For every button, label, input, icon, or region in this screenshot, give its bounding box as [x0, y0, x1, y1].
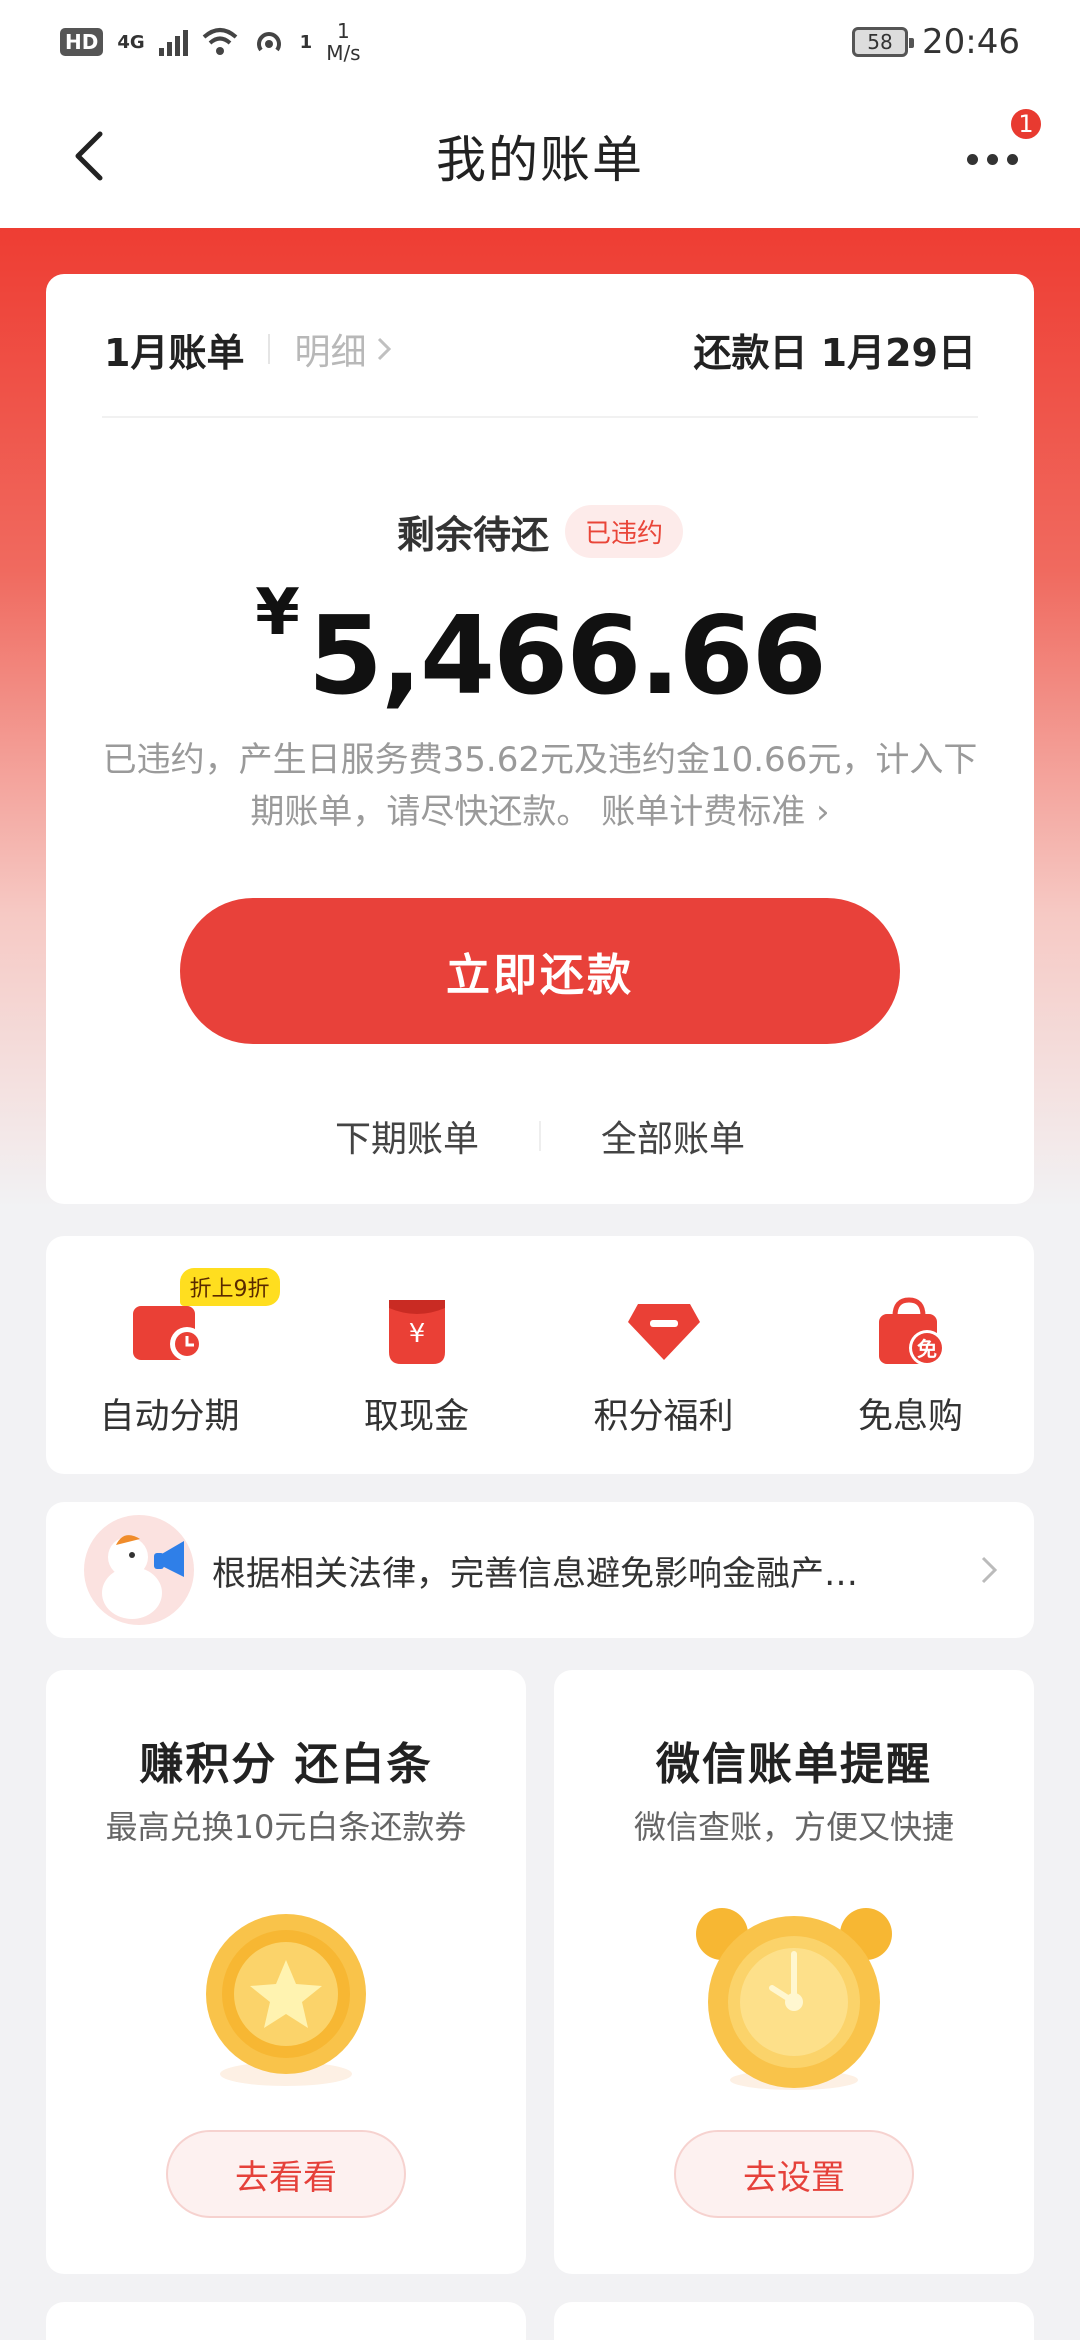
shopping-bag-icon-text: 免	[917, 1337, 937, 1361]
amount-value: 5,466.66	[307, 594, 827, 719]
billing-standard-label: 账单计费标准	[601, 792, 806, 832]
billing-standard-link[interactable]: 账单计费标准 ›	[601, 792, 829, 832]
view-button[interactable]: 去看看	[166, 2130, 406, 2218]
all-bills-link[interactable]: 全部账单	[541, 1110, 805, 1162]
action-label: 免息购	[857, 1396, 963, 1437]
shopping-bag-icon: 免	[871, 1292, 951, 1372]
bill-month: 1月账单	[104, 330, 245, 375]
status-badge: 已违约	[565, 505, 684, 558]
promo-title: 赚积分 还白条	[139, 1739, 433, 1790]
notice-text: 已违约，产生日服务费35.62元及违约金10.66元，计入下期账单，请尽快还款。	[102, 740, 978, 832]
network-speed: 1 M/s	[326, 20, 360, 64]
page-title: 我的账单	[436, 131, 644, 189]
amount-due: ¥5,466.66	[46, 576, 1034, 719]
promo-subtitle: 最高兑换10元白条还款券	[105, 1808, 467, 1846]
speed-value: 1	[337, 19, 350, 43]
quick-actions: 折上9折 自动分期 ¥ 取现金 积分福利 免 免息购	[46, 1236, 1034, 1474]
bill-card: 1月账单 明细 还款日 1月29日 剩余待还 已违约 ¥5,466.66 已违约…	[46, 274, 1034, 1204]
currency-symbol: ¥	[255, 576, 300, 650]
signal-icon	[158, 28, 188, 56]
overdue-notice: 已违约，产生日服务费35.62元及违约金10.66元，计入下期账单，请尽快还款。…	[102, 734, 978, 838]
svg-text:¥: ¥	[408, 1319, 425, 1349]
hd-icon: HD	[60, 28, 104, 56]
points-promo-card[interactable]: 赚积分 还白条 最高兑换10元白条还款券 去看看	[46, 1670, 526, 2274]
action-label: 自动分期	[99, 1396, 240, 1437]
next-card-stub-right	[554, 2302, 1034, 2340]
due-date: 还款日 1月29日	[693, 330, 976, 375]
remaining-label: 剩余待还	[396, 513, 549, 557]
promo-subtitle: 微信查账，方便又快捷	[633, 1808, 954, 1846]
hotspot-icon	[256, 32, 281, 52]
battery-level: 58	[867, 30, 893, 54]
promo-title: 微信账单提醒	[656, 1739, 932, 1790]
cash-envelope-icon: ¥	[377, 1292, 457, 1372]
hotspot-count: 1	[299, 31, 313, 53]
action-points-benefits[interactable]: 积分福利	[554, 1272, 774, 1439]
action-label: 积分福利	[593, 1396, 734, 1437]
network-type: 4G	[117, 31, 145, 53]
alarm-clock-icon	[694, 1898, 894, 2098]
next-bill-link[interactable]: 下期账单	[275, 1110, 539, 1162]
mascot-icon	[84, 1515, 194, 1625]
action-interest-free[interactable]: 免 免息购	[801, 1272, 1021, 1439]
gem-icon	[624, 1292, 704, 1372]
wechat-reminder-card[interactable]: 微信账单提醒 微信查账，方便又快捷 去设置	[554, 1670, 1034, 2274]
clock: 20:46	[922, 22, 1020, 62]
bill-detail-link[interactable]: 明细	[294, 323, 392, 375]
info-banner[interactable]: 根据相关法律，完善信息避免影响金融产…	[46, 1502, 1034, 1638]
status-bar: HD 4G 1 1 M/s 58 20:46	[0, 0, 1080, 84]
settings-button[interactable]: 去设置	[674, 2130, 914, 2218]
chevron-right-icon	[378, 337, 392, 361]
action-cash-withdraw[interactable]: ¥ 取现金	[307, 1272, 527, 1439]
bill-detail-label: 明细	[294, 332, 367, 373]
chevron-right-icon	[981, 1556, 998, 1584]
banner-text: 根据相关法律，完善信息避免影响金融产…	[212, 1553, 858, 1594]
star-coin-icon	[186, 1898, 386, 2098]
back-arrow-icon[interactable]	[70, 130, 110, 182]
more-options-icon[interactable]	[967, 136, 1018, 165]
action-label: 取现金	[363, 1396, 469, 1437]
wifi-icon	[202, 28, 237, 55]
pay-now-button[interactable]: 立即还款	[180, 898, 900, 1044]
nav-bar: 我的账单 1	[0, 84, 1080, 228]
next-card-stub-left	[46, 2302, 526, 2340]
speed-unit: M/s	[326, 41, 361, 65]
promo-badge: 折上9折	[179, 1267, 280, 1306]
battery-icon: 58	[852, 27, 915, 57]
notification-badge: 1	[1008, 106, 1044, 142]
action-auto-installment[interactable]: 折上9折 自动分期	[60, 1267, 280, 1439]
